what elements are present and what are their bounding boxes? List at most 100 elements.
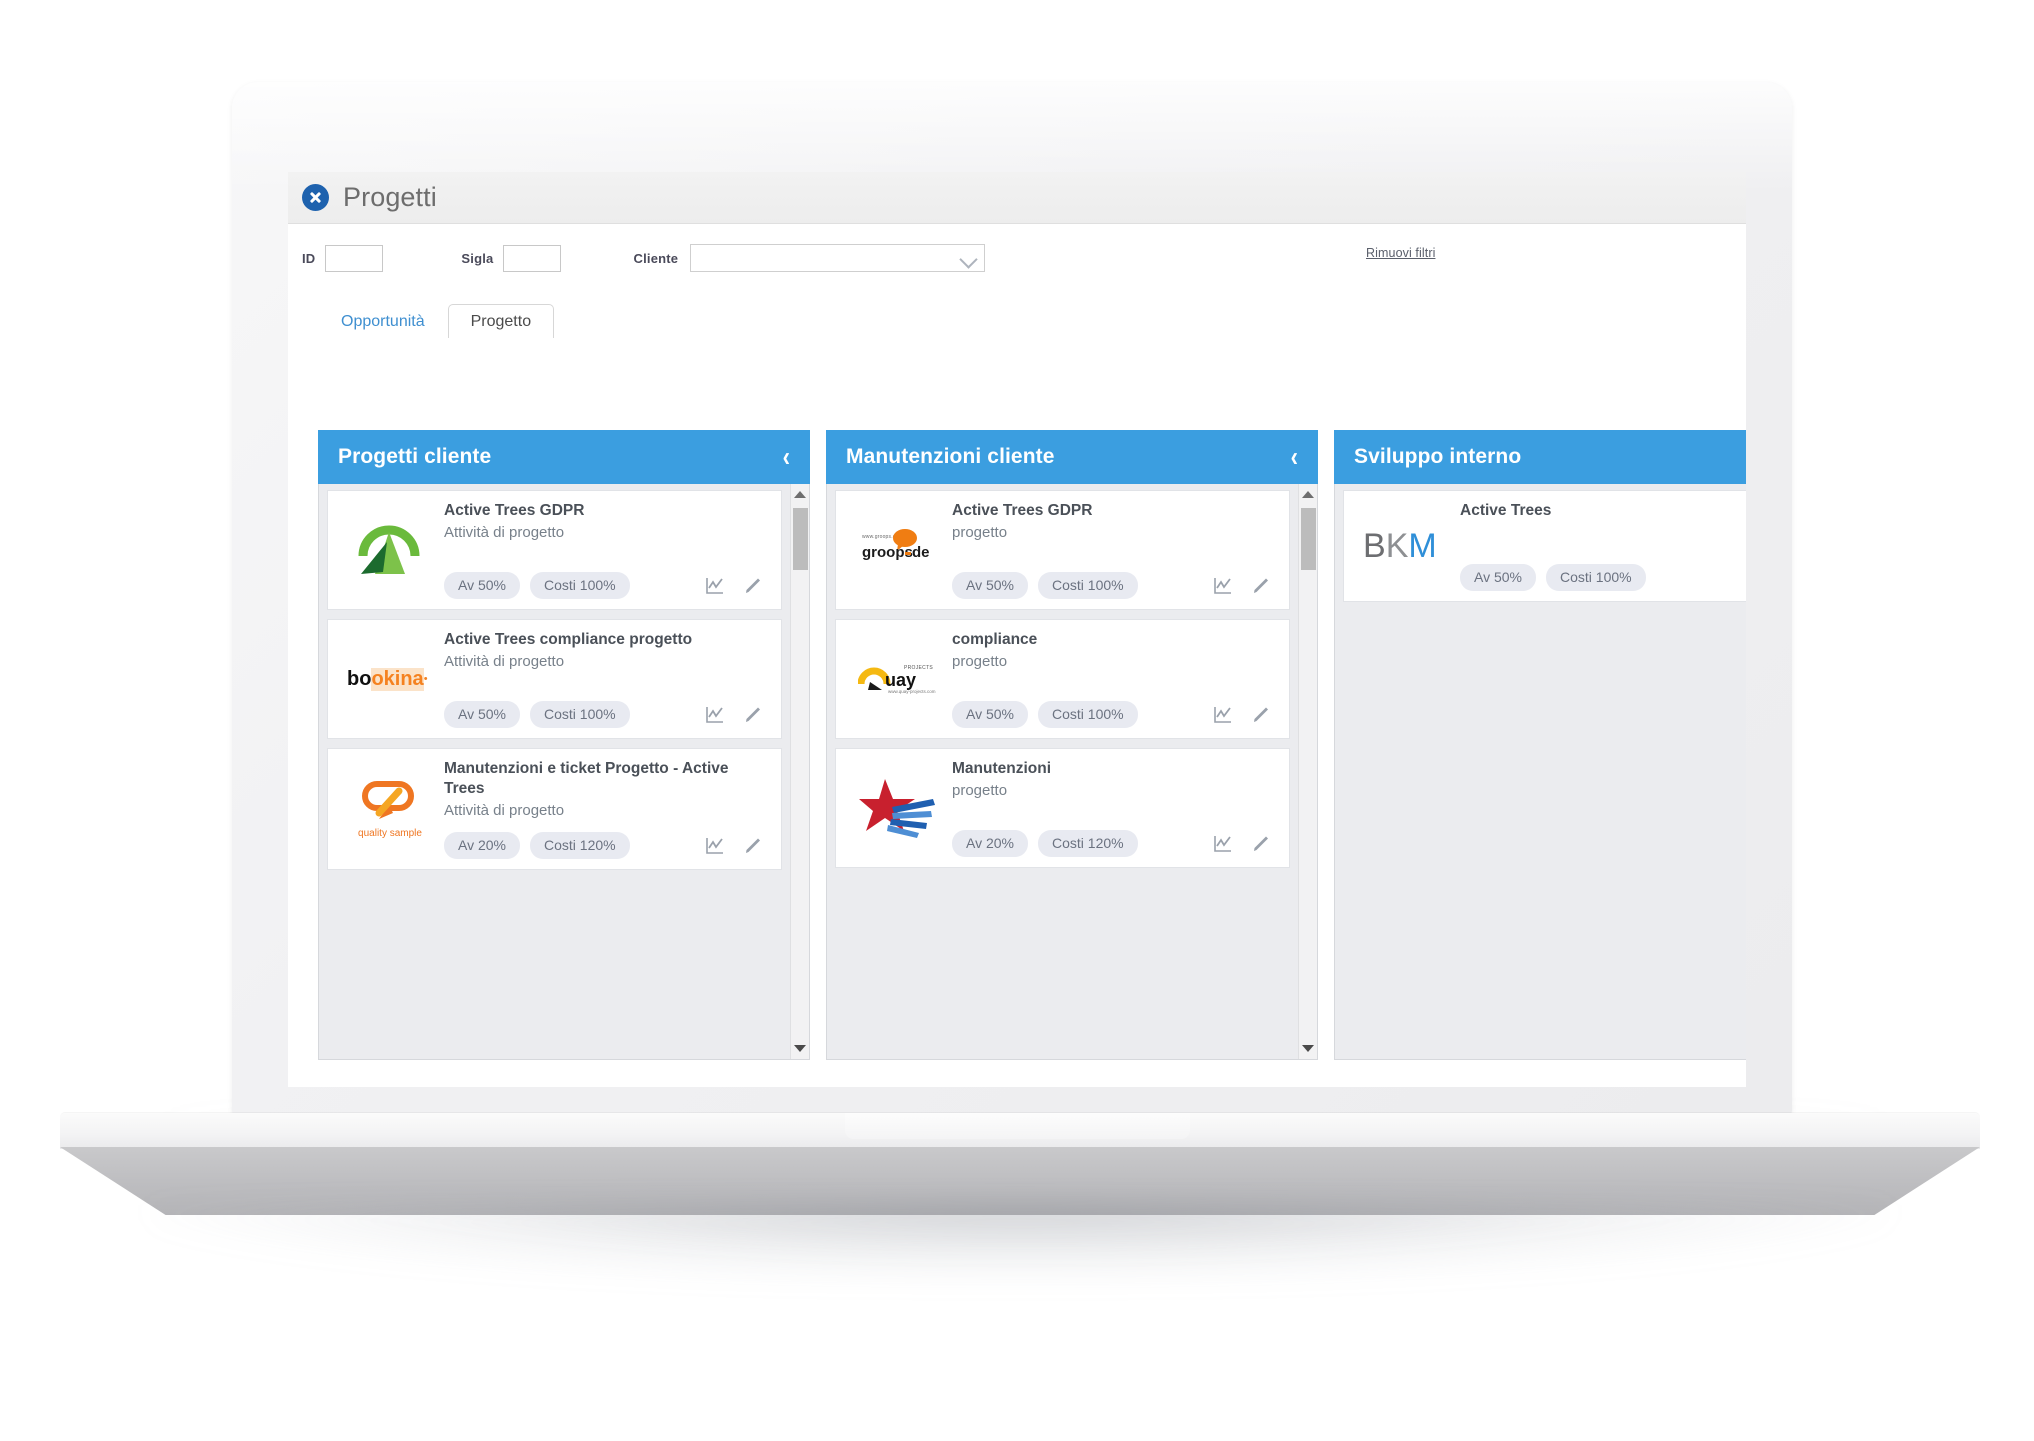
- board-column-manutenzioni-cliente: Manutenzioni cliente ‹ www.groops.de gro…: [826, 430, 1318, 1060]
- card-actions: [705, 576, 767, 596]
- card-actions: [705, 705, 767, 725]
- scrollbar-thumb[interactable]: [793, 508, 808, 570]
- column-body: Active Trees GDPR Attività di progetto A…: [318, 484, 810, 1060]
- card-footer: Av 50% Costi 100%: [952, 689, 1275, 728]
- bookina-logo-dot: •: [423, 673, 428, 685]
- card-subtitle: Attività di progetto: [444, 523, 565, 541]
- remove-filters-link[interactable]: Rimuovi filtri: [1366, 246, 1435, 260]
- quay-main-text: uay: [885, 670, 917, 690]
- card-footer: Av 20% Costi 120%: [952, 818, 1275, 857]
- card-content: Active Trees compliance progetto Attivit…: [438, 630, 767, 728]
- card-title: Manutenzioni e ticket Progetto - Active …: [444, 760, 729, 797]
- sigla-label: Sigla: [461, 250, 494, 266]
- triangle-down-icon[interactable]: [1299, 1040, 1317, 1057]
- sigla-input[interactable]: [503, 244, 562, 272]
- pencil-icon[interactable]: [1251, 705, 1271, 725]
- card-content: Manutenzioni progetto Av 20% Costi 120%: [946, 759, 1275, 857]
- avanzamento-badge: Av 50%: [444, 572, 520, 599]
- cliente-select-wrapper: [690, 244, 986, 272]
- active-trees-logo-svg: [358, 525, 420, 574]
- avanzamento-badge: Av 20%: [952, 830, 1028, 857]
- column-title: Sviluppo interno: [1354, 445, 1522, 468]
- bkm-logo-m: M: [1408, 526, 1437, 565]
- project-card[interactable]: uay PROJECTS www.quay-projects.com compl…: [835, 619, 1290, 739]
- card-list: Active Trees GDPR Attività di progetto A…: [319, 484, 790, 1059]
- column-header: Manutenzioni cliente ‹: [826, 430, 1318, 484]
- triangle-down-icon[interactable]: [791, 1040, 809, 1057]
- tab-opportunita[interactable]: Opportunità: [318, 304, 448, 338]
- bkm-logo-b: B: [1363, 526, 1386, 565]
- card-subtitle: progetto: [952, 781, 1008, 799]
- id-label: ID: [302, 250, 316, 266]
- costi-badge: Costi 100%: [1546, 564, 1646, 591]
- project-card[interactable]: Active Trees GDPR Attività di progetto A…: [327, 490, 782, 610]
- laptop-base-shadow: [150, 1203, 1890, 1283]
- costi-badge: Costi 100%: [1038, 572, 1138, 599]
- project-card[interactable]: Manutenzioni progetto Av 20% Costi 120%: [835, 748, 1290, 868]
- quality-sample-caption: quality sample: [358, 828, 422, 840]
- chart-icon[interactable]: [705, 836, 725, 856]
- avanzamento-badge: Av 50%: [952, 701, 1028, 728]
- card-footer: Av 20% Costi 120%: [444, 820, 767, 860]
- quay-small-text: PROJECTS: [904, 665, 934, 671]
- card-subtitle: Attività di progetto: [444, 652, 565, 670]
- screenshot-stage: Progetti ID Sigla Cliente Rimuovi filtri: [0, 0, 2034, 1441]
- card-footer: Av 50% Costi 100%: [444, 689, 767, 728]
- costi-badge: Costi 120%: [1038, 830, 1138, 857]
- cliente-select[interactable]: [690, 244, 986, 272]
- project-card[interactable]: bo okina • Active Trees compliance progett…: [327, 619, 782, 739]
- bookina-logo-part1: bo: [347, 667, 372, 690]
- window-title: Progetti: [343, 182, 437, 212]
- close-circle-icon[interactable]: [302, 184, 329, 211]
- card-footer: Av 50% Costi 100%: [1460, 552, 1746, 591]
- chart-icon[interactable]: [1213, 705, 1233, 725]
- card-footer: Av 50% Costi 100%: [444, 560, 767, 599]
- triangle-up-icon[interactable]: [791, 486, 809, 503]
- tab-bar: Opportunità Progetto: [288, 292, 1746, 338]
- chart-icon[interactable]: [1213, 576, 1233, 596]
- window-titlebar: Progetti: [288, 172, 1746, 224]
- card-actions: [1213, 576, 1275, 596]
- tab-progetto[interactable]: Progetto: [447, 304, 555, 338]
- pencil-icon[interactable]: [1251, 576, 1271, 596]
- pencil-icon[interactable]: [743, 705, 763, 725]
- groops-dash: [905, 552, 911, 555]
- card-footer: Av 50% Costi 100%: [952, 560, 1275, 599]
- vertical-scrollbar[interactable]: [790, 484, 809, 1059]
- avanzamento-badge: Av 20%: [444, 832, 520, 860]
- column-body: www.groops.de groops de Active Trees GDP…: [826, 484, 1318, 1060]
- chart-icon[interactable]: [1213, 834, 1233, 854]
- application-window: Progetti ID Sigla Cliente Rimuovi filtri: [288, 172, 1746, 1087]
- chart-icon[interactable]: [705, 576, 725, 596]
- quality-sample-logo: quality sample: [342, 759, 438, 859]
- pencil-icon[interactable]: [1251, 834, 1271, 854]
- active-trees-logo: [342, 501, 438, 599]
- quay-sub-text: www.quay-projects.com: [888, 689, 936, 694]
- scrollbar-thumb[interactable]: [1301, 508, 1316, 570]
- project-card[interactable]: www.groops.de groops de Active Trees GDP…: [835, 490, 1290, 610]
- bookina-logo: bo okina •: [342, 630, 438, 728]
- bookina-logo-part2: okina: [371, 667, 424, 691]
- pencil-icon[interactable]: [743, 836, 763, 856]
- project-card[interactable]: quality sample Manutenzioni e ticket Pro…: [327, 748, 782, 871]
- vertical-scrollbar[interactable]: [1298, 484, 1317, 1059]
- laptop-screen: Progetti ID Sigla Cliente Rimuovi filtri: [288, 172, 1746, 1087]
- costi-badge: Costi 120%: [530, 832, 630, 860]
- groops-de-logo: www.groops.de groops de: [850, 501, 946, 599]
- chevron-left-icon[interactable]: ‹: [783, 443, 790, 471]
- column-body: BKM Active Trees Av 50% Costi 100%: [1334, 484, 1746, 1060]
- chart-icon[interactable]: [705, 705, 725, 725]
- triangle-up-icon[interactable]: [1299, 486, 1317, 503]
- costi-badge: Costi 100%: [530, 572, 630, 599]
- id-input[interactable]: [325, 244, 384, 272]
- card-content: compliance progetto Av 50% Costi 100%: [946, 630, 1275, 728]
- laptop-base-notch: [845, 1113, 1190, 1139]
- column-header: Progetti cliente ‹: [318, 430, 810, 484]
- groops-suffix-text: de: [912, 544, 930, 561]
- pencil-icon[interactable]: [743, 576, 763, 596]
- chevron-left-icon[interactable]: ‹: [1291, 443, 1298, 471]
- red-star-logo-svg: [859, 779, 935, 838]
- avanzamento-badge: Av 50%: [952, 572, 1028, 599]
- card-content: Active Trees GDPR Attività di progetto A…: [438, 501, 767, 599]
- project-card[interactable]: BKM Active Trees Av 50% Costi 100%: [1343, 490, 1746, 602]
